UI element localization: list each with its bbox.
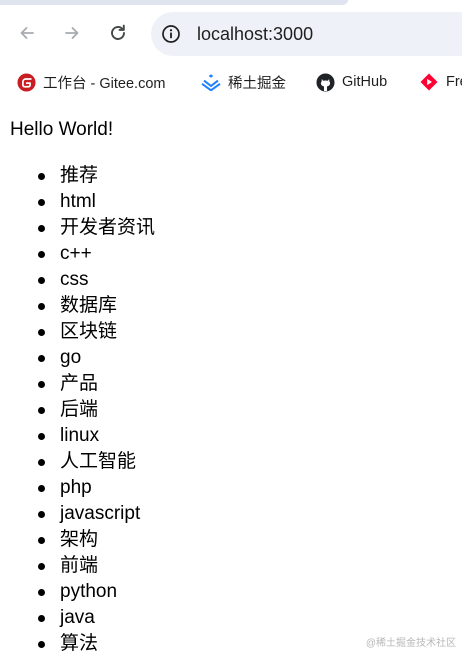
topic-list-item: css bbox=[37, 267, 155, 293]
topic-list-item: javascript bbox=[37, 501, 155, 527]
bookmark-label: Fre bbox=[446, 74, 462, 90]
address-bar[interactable]: localhost:3000 bbox=[151, 12, 462, 56]
topic-list-item: linux bbox=[37, 423, 155, 449]
forward-button[interactable] bbox=[60, 21, 84, 45]
bookmark-label: GitHub bbox=[342, 74, 388, 90]
bookmark-github[interactable]: GitHub bbox=[315, 70, 387, 94]
topic-list-item: 后端 bbox=[37, 397, 155, 423]
juejin-logo-icon bbox=[201, 72, 221, 92]
topic-list-item: 人工智能 bbox=[37, 449, 155, 475]
watermark-text: @稀土掘金技术社区 bbox=[365, 638, 456, 649]
bookmark-label: 工作台 - Gitee.com bbox=[43, 75, 166, 92]
topic-list-item: 开发者资讯 bbox=[37, 215, 155, 241]
github-logo-icon bbox=[315, 72, 335, 92]
topic-list-item: go bbox=[37, 345, 155, 371]
page-content: Hello World! 推荐 html 开发者资讯 c++ css 数据库 区块链 go 产品… bbox=[0, 101, 462, 654]
arrow-left-icon bbox=[20, 27, 34, 39]
topic-list-item: python bbox=[37, 579, 155, 605]
topic-list-item: 数据库 bbox=[37, 293, 155, 319]
topic-list-item: php bbox=[37, 475, 155, 501]
page-heading: Hello World! bbox=[10, 119, 114, 140]
topic-list-item: java bbox=[37, 605, 155, 631]
topic-list-item: 产品 bbox=[37, 371, 155, 397]
topic-list-item: html bbox=[37, 189, 155, 215]
reload-icon bbox=[111, 24, 125, 40]
back-button[interactable] bbox=[15, 21, 39, 45]
topic-list-item: 架构 bbox=[37, 527, 155, 553]
bookmark-fre[interactable]: Fre bbox=[419, 70, 462, 94]
url-text[interactable]: localhost:3000 bbox=[197, 23, 313, 45]
topic-list: 推荐 html 开发者资讯 c++ css 数据库 区块链 go 产品 后端 linux 人工智能 ph… bbox=[37, 163, 155, 657]
topic-list-item: 前端 bbox=[37, 553, 155, 579]
topic-list-item: c++ bbox=[37, 241, 155, 267]
bookmark-gitee[interactable]: 工作台 - Gitee.com bbox=[16, 70, 165, 94]
topic-list-item: 算法 bbox=[37, 631, 155, 657]
reload-button[interactable] bbox=[106, 21, 130, 45]
bookmarks-bar: 工作台 - Gitee.com 稀土掘金 GitHub Fre bbox=[0, 63, 462, 101]
site-info-button[interactable] bbox=[160, 23, 182, 45]
info-circle-icon bbox=[162, 25, 180, 43]
topic-list-item: 区块链 bbox=[37, 319, 155, 345]
arrow-right-icon bbox=[65, 27, 79, 39]
browser-toolbar: localhost:3000 bbox=[0, 5, 462, 63]
youtube-logo-icon bbox=[419, 72, 439, 92]
bookmark-label: 稀土掘金 bbox=[228, 75, 286, 92]
gitee-logo-icon bbox=[16, 72, 36, 92]
bookmark-juejin[interactable]: 稀土掘金 bbox=[201, 70, 286, 94]
topic-list-item: 推荐 bbox=[37, 163, 155, 189]
